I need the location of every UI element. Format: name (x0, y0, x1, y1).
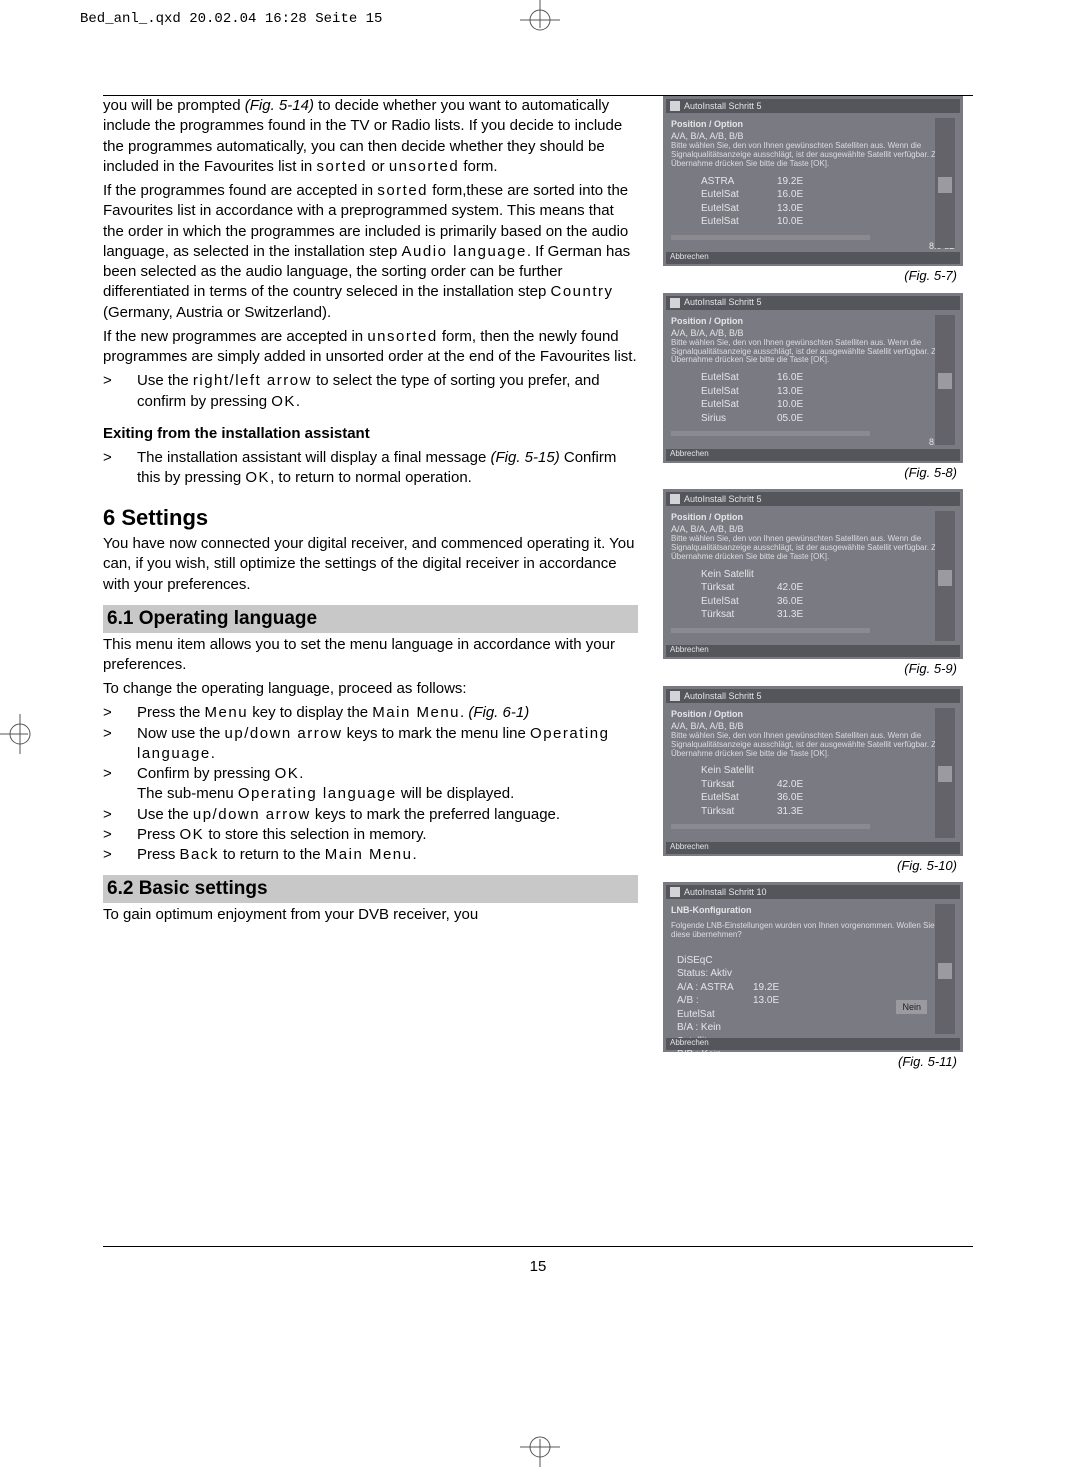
crop-mark-bottom (520, 1427, 560, 1467)
list-item: > Now use the up/down arrow keys to mark… (103, 724, 638, 765)
figure-5-10: AutoInstall Schritt 5 Position / Option … (663, 686, 963, 875)
subheading-exiting: Exiting from the installation assistant (103, 424, 638, 444)
list-item: > Press the Menu key to display the Main… (103, 703, 638, 723)
crop-mark-left (0, 714, 40, 754)
crop-mark-top (520, 0, 560, 40)
figure-column: AutoInstall Schritt 5 Position / Option … (653, 96, 973, 1246)
body-paragraph: You have now connected your digital rece… (103, 534, 638, 595)
figure-5-11: AutoInstall Schritt 10 LNB-Konfiguration… (663, 882, 963, 1071)
heading-6-1: 6.1 Operating language (103, 605, 638, 633)
page-frame: you will be prompted (Fig. 5-14) to deci… (103, 95, 973, 1246)
figure-caption: (Fig. 5-11) (663, 1053, 963, 1071)
main-column: you will be prompted (Fig. 5-14) to deci… (103, 96, 653, 1246)
figure-5-8: AutoInstall Schritt 5 Position / Option … (663, 293, 963, 482)
body-paragraph: To change the operating language, procee… (103, 679, 638, 699)
source-file-header: Bed_anl_.qxd 20.02.04 16:28 Seite 15 (80, 10, 382, 29)
page-number: 15 (103, 1257, 973, 1277)
figure-caption: (Fig. 5-9) (663, 660, 963, 678)
list-item: > Confirm by pressing OK.The sub-menu Op… (103, 764, 638, 805)
list-item: > Use the right/left arrow to select the… (103, 371, 638, 412)
figure-5-7: AutoInstall Schritt 5 Position / Option … (663, 96, 963, 285)
figure-caption: (Fig. 5-10) (663, 857, 963, 875)
figure-5-9: AutoInstall Schritt 5 Position / Option … (663, 489, 963, 678)
body-paragraph: To gain optimum enjoyment from your DVB … (103, 905, 638, 925)
list-item: > The installation assistant will displa… (103, 448, 638, 489)
list-item: > Use the up/down arrow keys to mark the… (103, 805, 638, 825)
body-paragraph: If the new programmes are accepted in un… (103, 327, 638, 368)
body-paragraph: you will be prompted (Fig. 5-14) to deci… (103, 96, 638, 177)
body-paragraph: This menu item allows you to set the men… (103, 635, 638, 676)
list-item: > Press OK to store this selection in me… (103, 825, 638, 845)
list-item: > Press Back to return to the Main Menu. (103, 845, 638, 865)
figure-caption: (Fig. 5-7) (663, 267, 963, 285)
body-paragraph: If the programmes found are accepted in … (103, 181, 638, 323)
heading-6-settings: 6 Settings (103, 503, 638, 533)
heading-6-2: 6.2 Basic settings (103, 875, 638, 903)
figure-caption: (Fig. 5-8) (663, 464, 963, 482)
